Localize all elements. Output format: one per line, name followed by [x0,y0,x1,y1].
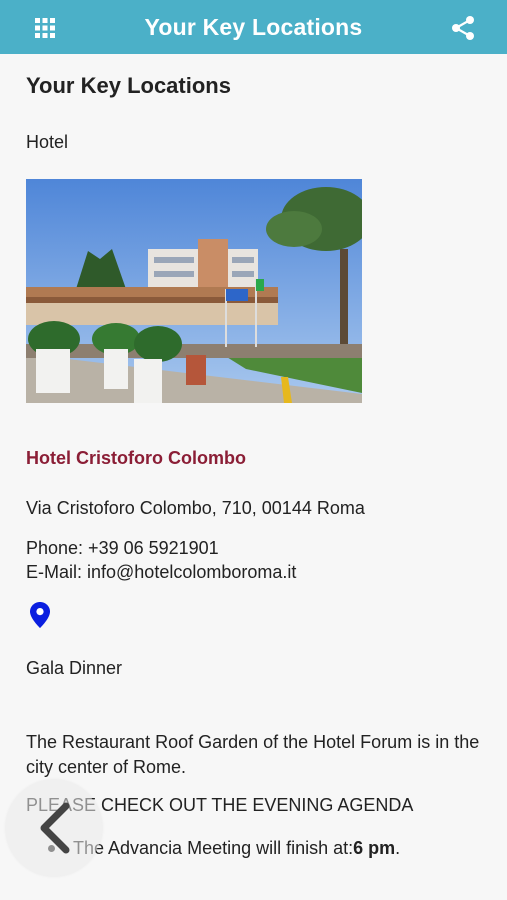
hotel-name: Hotel Cristoforo Colombo [26,448,246,468]
page-heading: Your Key Locations [26,73,231,98]
app-bar: Your Key Locations [0,0,507,54]
location-pin-icon[interactable] [30,602,50,628]
hotel-email[interactable]: E-Mail: info@hotelcolomboroma.it [26,562,296,583]
event-description: The Restaurant Roof Garden of the Hotel … [26,732,480,777]
hotel-address: Via Cristoforo Colombo, 710, 00144 Roma [26,498,365,518]
hotel-phone[interactable]: Phone: +39 06 5921901 [26,538,219,559]
event-label: Gala Dinner [26,658,123,678]
grid-icon[interactable] [34,17,56,39]
chevron-left-icon [40,802,70,854]
agenda-item-text: The Advancia Meeting will finish at: [73,838,354,858]
back-button[interactable] [6,780,102,876]
hotel-photo [26,179,362,403]
agenda-item-time: 6 pm [353,838,396,858]
section-label-hotel: Hotel [26,132,69,152]
share-icon[interactable] [450,15,476,41]
agenda-item-suffix: . [395,838,401,858]
app-bar-title: Your Key Locations [144,13,363,40]
